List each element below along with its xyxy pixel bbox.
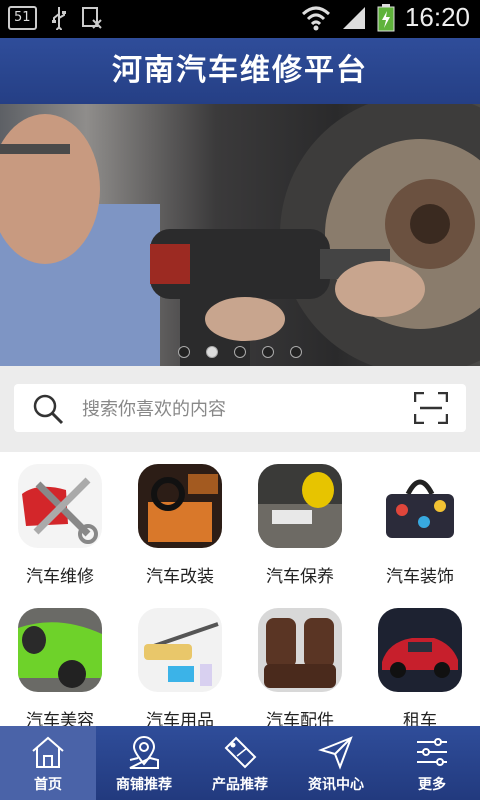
bottom-tab-bar: 首页 商铺推荐 产品推荐 资讯中心 更多 <box>0 726 480 800</box>
wifi-icon <box>301 6 330 30</box>
carousel-dot-active[interactable] <box>206 346 218 358</box>
send-icon <box>318 736 353 770</box>
search-icon[interactable] <box>32 393 64 425</box>
tab-label: 产品推荐 <box>212 777 268 793</box>
clock: 16:20 <box>404 2 470 32</box>
map-pin-icon <box>129 736 159 769</box>
banner-carousel[interactable] <box>0 104 480 366</box>
category-item-rental[interactable]: 租车 <box>360 596 480 731</box>
home-icon <box>32 736 64 768</box>
category-item-beauty[interactable]: 汽车美容 <box>0 596 120 731</box>
search-input[interactable] <box>80 384 404 434</box>
sale-tag-icon <box>224 736 257 769</box>
category-grid: 汽车维修 汽车改装 汽车保养 汽车装饰 汽车美容 汽车用品 汽车配件 租车 <box>0 452 480 731</box>
signal-icon <box>342 6 365 29</box>
tab-label: 更多 <box>418 777 446 793</box>
tab-label: 商铺推荐 <box>116 777 172 793</box>
tab-news[interactable]: 资讯中心 <box>288 726 384 800</box>
category-item-parts[interactable]: 汽车配件 <box>240 596 360 731</box>
carousel-dot[interactable] <box>290 346 302 358</box>
download-icon <box>81 7 102 29</box>
tab-more[interactable]: 更多 <box>384 726 480 800</box>
battery-icon <box>377 3 395 31</box>
category-label: 汽车保养 <box>266 567 334 587</box>
car-wash-icon <box>18 608 102 692</box>
category-item-modification[interactable]: 汽车改装 <box>120 452 240 596</box>
app-header: 河南汽车维修平台 <box>0 38 480 104</box>
decor-bag-icon <box>378 464 462 548</box>
scan-icon[interactable] <box>414 392 448 424</box>
carousel-dot[interactable] <box>262 346 274 358</box>
seat-cover-icon <box>258 608 342 692</box>
search-bar[interactable] <box>14 384 466 434</box>
category-item-decoration[interactable]: 汽车装饰 <box>360 452 480 596</box>
carousel-indicators <box>0 346 480 358</box>
tab-label: 首页 <box>34 777 62 793</box>
tab-home[interactable]: 首页 <box>0 726 96 800</box>
duster-icon <box>138 608 222 692</box>
category-item-supplies[interactable]: 汽车用品 <box>120 596 240 731</box>
tab-shops[interactable]: 商铺推荐 <box>96 726 192 800</box>
sliders-icon <box>417 738 447 766</box>
usb-icon <box>51 7 66 30</box>
tab-products[interactable]: 产品推荐 <box>192 726 288 800</box>
carousel-dot[interactable] <box>234 346 246 358</box>
carousel-dot[interactable] <box>178 346 190 358</box>
page-title: 河南汽车维修平台 <box>112 53 368 88</box>
repair-tools-icon <box>18 464 102 548</box>
category-label: 汽车装饰 <box>386 567 454 587</box>
category-item-repair[interactable]: 汽车维修 <box>0 452 120 596</box>
category-item-maintenance[interactable]: 汽车保养 <box>240 452 360 596</box>
tab-label: 资讯中心 <box>308 777 364 793</box>
banner-image <box>0 104 480 366</box>
engine-service-icon <box>258 464 342 548</box>
status-bar: 51 16:20 <box>0 0 480 38</box>
car-interior-icon <box>138 464 222 548</box>
notification-badge: 51 <box>8 6 37 30</box>
category-label: 汽车改装 <box>146 567 214 587</box>
category-label: 汽车维修 <box>26 567 94 587</box>
rental-car-icon <box>378 608 462 692</box>
